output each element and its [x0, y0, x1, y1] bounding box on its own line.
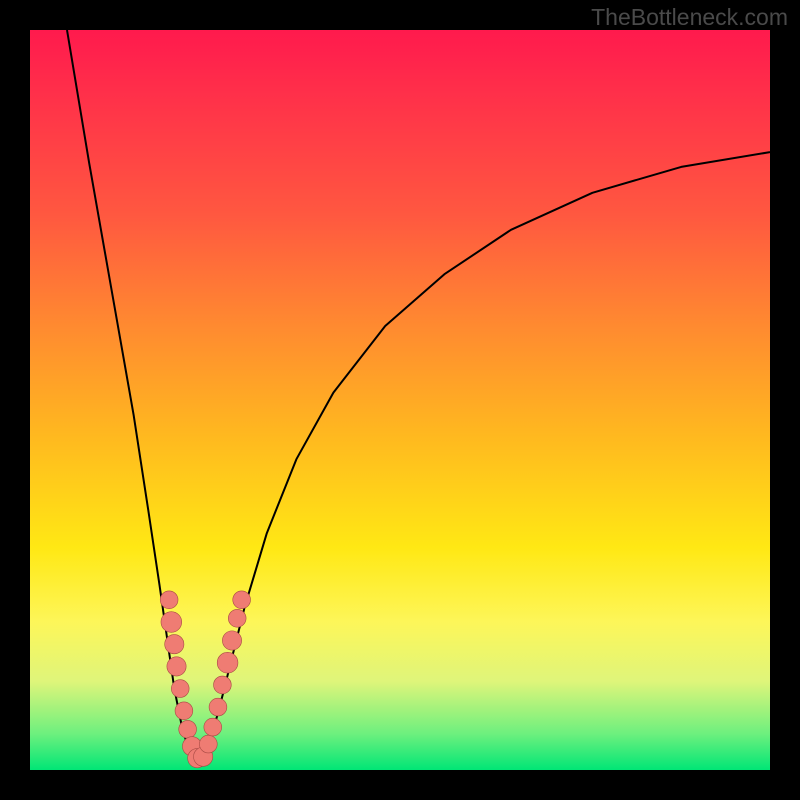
- data-marker: [228, 609, 246, 627]
- data-marker: [199, 735, 217, 753]
- data-marker: [175, 702, 193, 720]
- data-marker: [160, 591, 178, 609]
- watermark-text: TheBottleneck.com: [591, 4, 788, 31]
- bottleneck-curve-svg: [30, 30, 770, 770]
- data-marker: [167, 657, 186, 676]
- data-marker: [214, 676, 232, 694]
- curve-group: [67, 30, 770, 764]
- data-marker: [171, 680, 189, 698]
- data-marker: [179, 720, 197, 738]
- data-marker: [209, 698, 227, 716]
- chart-frame: TheBottleneck.com: [0, 0, 800, 800]
- data-marker: [165, 635, 184, 654]
- data-marker: [222, 631, 241, 650]
- data-marker: [204, 718, 222, 736]
- bottleneck-curve: [67, 30, 770, 764]
- data-marker: [217, 652, 238, 673]
- data-marker: [161, 612, 182, 633]
- data-marker: [233, 591, 251, 609]
